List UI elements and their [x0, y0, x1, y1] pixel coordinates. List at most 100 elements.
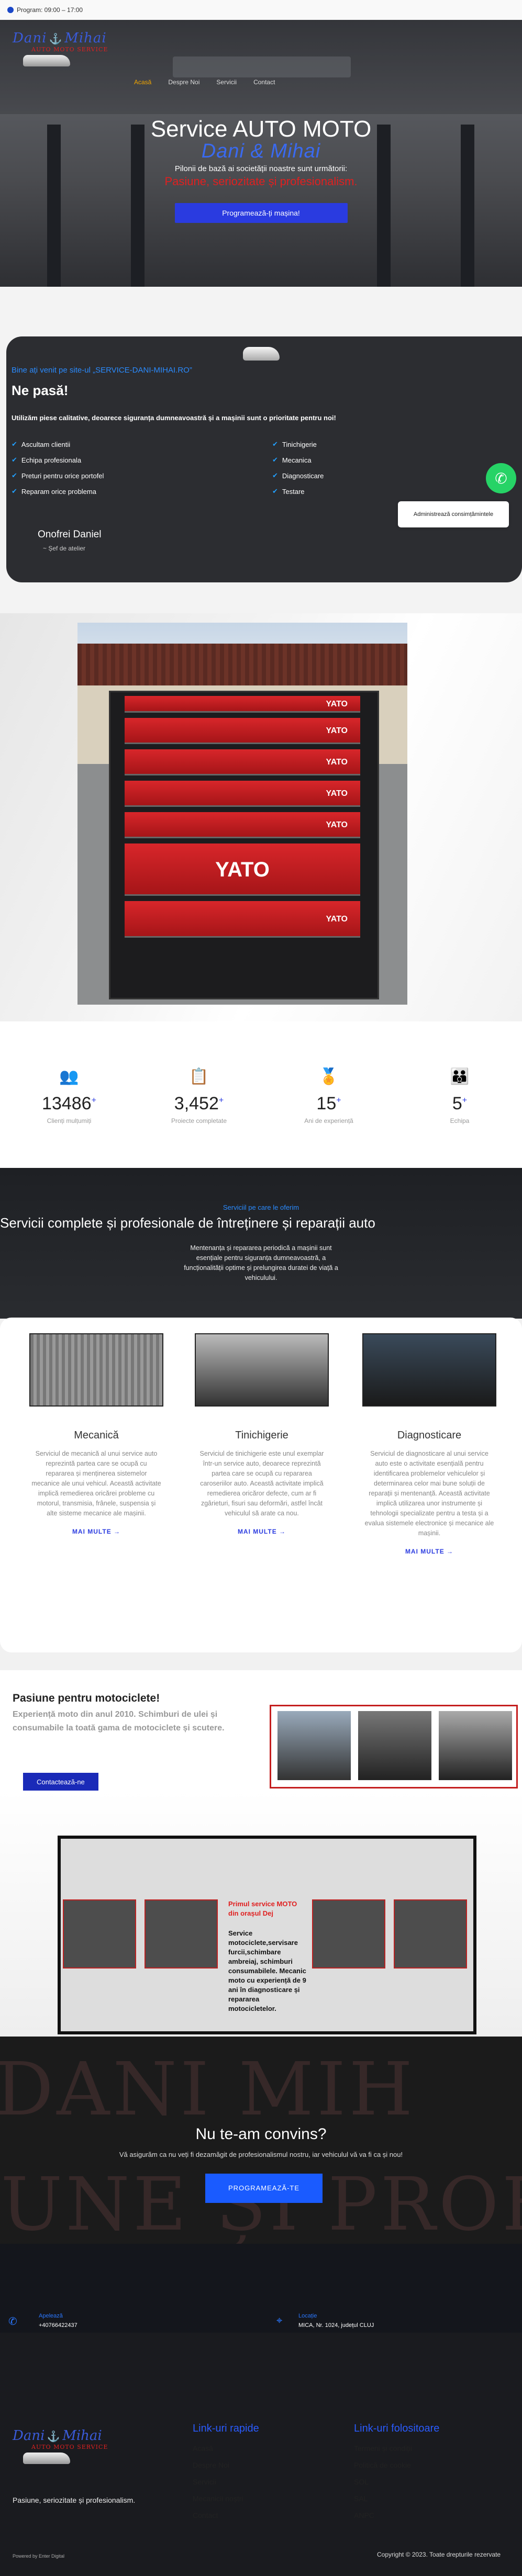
- feature-label: Reparam orice problema: [21, 487, 96, 496]
- services-kicker: Serviciil pe care le oferim: [223, 1203, 299, 1211]
- phone-block[interactable]: Apelează +40766422437: [39, 2313, 77, 2328]
- footer-link[interactable]: Despre Noi: [193, 2461, 259, 2469]
- arrow-right-icon: →: [447, 1548, 454, 1555]
- feature-label: Diagnosticare: [282, 471, 324, 480]
- stat-label: Echipa: [450, 1117, 470, 1124]
- phone-label: Apelează: [39, 2313, 63, 2319]
- moto2-heading: Primul service MOTO din orașul Dej: [228, 1900, 297, 1917]
- top-bar: Program: 09:00 – 17:00: [0, 0, 522, 20]
- team-icon: 👪: [450, 1068, 470, 1085]
- stat-label: Clienți mulțumiți: [47, 1117, 92, 1124]
- consent-button[interactable]: Administrează consimțămintele: [398, 501, 509, 527]
- main-menu: Acasă Despre Noi Servicii Contact: [134, 78, 275, 86]
- drawer: YATO: [125, 812, 360, 838]
- check-icon: ✔: [12, 456, 17, 464]
- check-icon: ✔: [272, 456, 278, 464]
- logo-subtitle: AUTO MOTO SERVICE: [31, 46, 108, 53]
- service-image: [195, 1333, 329, 1407]
- moto-title: Pasiune pentru motociclete!: [13, 1692, 160, 1704]
- plus-sign: +: [218, 1096, 224, 1105]
- anchor-icon: ⚓: [49, 33, 62, 45]
- check-icon: ✔: [12, 440, 17, 448]
- drawer: YATO: [125, 749, 360, 775]
- location-label: Locație: [298, 2313, 317, 2319]
- navbar: Dani ⚓ Mihai AUTO MOTO SERVICE Acasă Des…: [0, 20, 522, 114]
- feature-item: ✔ Ascultam clientii: [12, 440, 221, 448]
- bg-text: DANI MIH: [0, 2047, 416, 2132]
- footer-link[interactable]: Servicii: [193, 2478, 259, 2486]
- car-icon: [23, 55, 70, 66]
- nav-about[interactable]: Despre Noi: [168, 78, 199, 86]
- more-label: MAI MULTE: [72, 1528, 112, 1535]
- contact-button[interactable]: Contactează-ne: [23, 1773, 98, 1791]
- cta-title: Nu te-am convins?: [195, 2125, 327, 2143]
- feature-item: ✔ Tinichigerie: [272, 440, 429, 448]
- quick-links: Link-uri rapide Acasă Despre Noi Servici…: [193, 2423, 259, 2528]
- location-address: MICA, Nr. 1024, județul CLUJ: [298, 2322, 374, 2328]
- schedule-cta-button[interactable]: PROGRAMEAZĂ-TE: [205, 2174, 323, 2203]
- feature-label: Testare: [282, 487, 305, 496]
- feature-label: Preturi pentru orice portofel: [21, 471, 104, 480]
- service-desc: Serviciul de diagnosticare al unui servi…: [364, 1450, 494, 1537]
- footer-tagline: Pasiune, seriozitate și profesionalism.: [13, 2496, 136, 2504]
- service-desc: Serviciul de mecanică al unui service au…: [31, 1450, 161, 1517]
- nav-services[interactable]: Servicii: [216, 78, 237, 86]
- schedule-button[interactable]: Programează-ți mașina!: [174, 203, 348, 223]
- arrow-right-icon: →: [114, 1528, 121, 1535]
- arrow-right-icon: →: [279, 1528, 286, 1535]
- logo-text-2: Mihai: [62, 2428, 102, 2444]
- feature-item: ✔ Testare: [272, 487, 429, 496]
- location-block[interactable]: Locație MICA, Nr. 1024, județul CLUJ: [298, 2313, 374, 2328]
- more-link[interactable]: MAI MULTE →: [28, 1528, 164, 1535]
- logo-text-2: Mihai: [64, 30, 107, 46]
- whatsapp-icon[interactable]: ✆: [486, 463, 516, 493]
- plus-sign: +: [462, 1096, 468, 1105]
- opening-hours: Program: 09:00 – 17:00: [17, 6, 83, 14]
- copyright: Copyright © 2023. Toate drepturile rezer…: [377, 2551, 501, 2558]
- footer-link[interactable]: Acasă: [193, 2444, 259, 2453]
- footer-logo[interactable]: Dani ⚓ Mihai AUTO MOTO SERVICE: [13, 2428, 108, 2464]
- person-name: Onofrei Daniel: [38, 529, 102, 540]
- stat-item: 👪 5+ Echipa: [418, 1067, 502, 1124]
- nav-contact[interactable]: Contact: [253, 78, 275, 86]
- phone-number: +40766422437: [39, 2322, 77, 2328]
- plus-sign: +: [91, 1096, 96, 1105]
- stat-value: 3,452: [174, 1094, 219, 1113]
- features-left: ✔ Ascultam clientii ✔ Echipa profesionala …: [12, 440, 221, 503]
- footer-link[interactable]: SAL: [354, 2494, 439, 2503]
- moto-image: [63, 1899, 136, 1968]
- footer-link[interactable]: SOL: [354, 2478, 439, 2486]
- hero-desc: Pilonii de bază ai societății noastre su…: [174, 164, 348, 173]
- footer-link[interactable]: Politică de cookie: [354, 2461, 439, 2469]
- nav-home[interactable]: Acasă: [134, 78, 151, 86]
- feature-item: ✔ Echipa profesionala: [12, 456, 221, 464]
- check-icon: ✔: [272, 487, 278, 495]
- document-icon: 📋: [189, 1068, 209, 1085]
- more-link[interactable]: MAI MULTE →: [194, 1528, 330, 1535]
- anchor-icon: ⚓: [47, 2431, 60, 2443]
- footer-link[interactable]: ANPC: [354, 2511, 439, 2519]
- plus-sign: +: [336, 1096, 341, 1105]
- service-image: [29, 1333, 163, 1407]
- footer-link[interactable]: Contact: [193, 2511, 259, 2519]
- hero-title: Service AUTO MOTO: [150, 116, 372, 142]
- moto-desc: Experiență moto din anul 2010. Schimburi…: [13, 1710, 225, 1733]
- footer-link[interactable]: Mecanicii noștri: [193, 2494, 259, 2503]
- hero-pillars: Pasiune, seriozitate și profesionalism.: [164, 175, 358, 188]
- more-label: MAI MULTE: [405, 1548, 445, 1555]
- services-title: Servicii complete și profesionale de înt…: [0, 1215, 375, 1231]
- moto2-body: Service motociclete,servisare furcii,sch…: [228, 1929, 306, 2012]
- moto-image: [277, 1711, 351, 1780]
- check-icon: ✔: [272, 471, 278, 479]
- cta-desc: Vă asigurăm ca nu veți fi dezamăgit de p…: [119, 2151, 403, 2158]
- welcome-kicker: Bine ați venit pe site-ul „SERVICE-DANI-…: [12, 366, 192, 375]
- people-icon: 👥: [59, 1068, 79, 1085]
- feature-label: Mecanica: [282, 456, 312, 464]
- car-icon: [23, 2453, 70, 2464]
- more-label: MAI MULTE: [237, 1528, 277, 1535]
- stat-value: 5: [452, 1094, 462, 1113]
- logo[interactable]: Dani ⚓ Mihai AUTO MOTO SERVICE: [13, 30, 112, 66]
- footer-link[interactable]: Termeni și condiții: [354, 2444, 439, 2453]
- logo-subtitle: AUTO MOTO SERVICE: [31, 2444, 108, 2450]
- more-link[interactable]: MAI MULTE →: [361, 1548, 497, 1555]
